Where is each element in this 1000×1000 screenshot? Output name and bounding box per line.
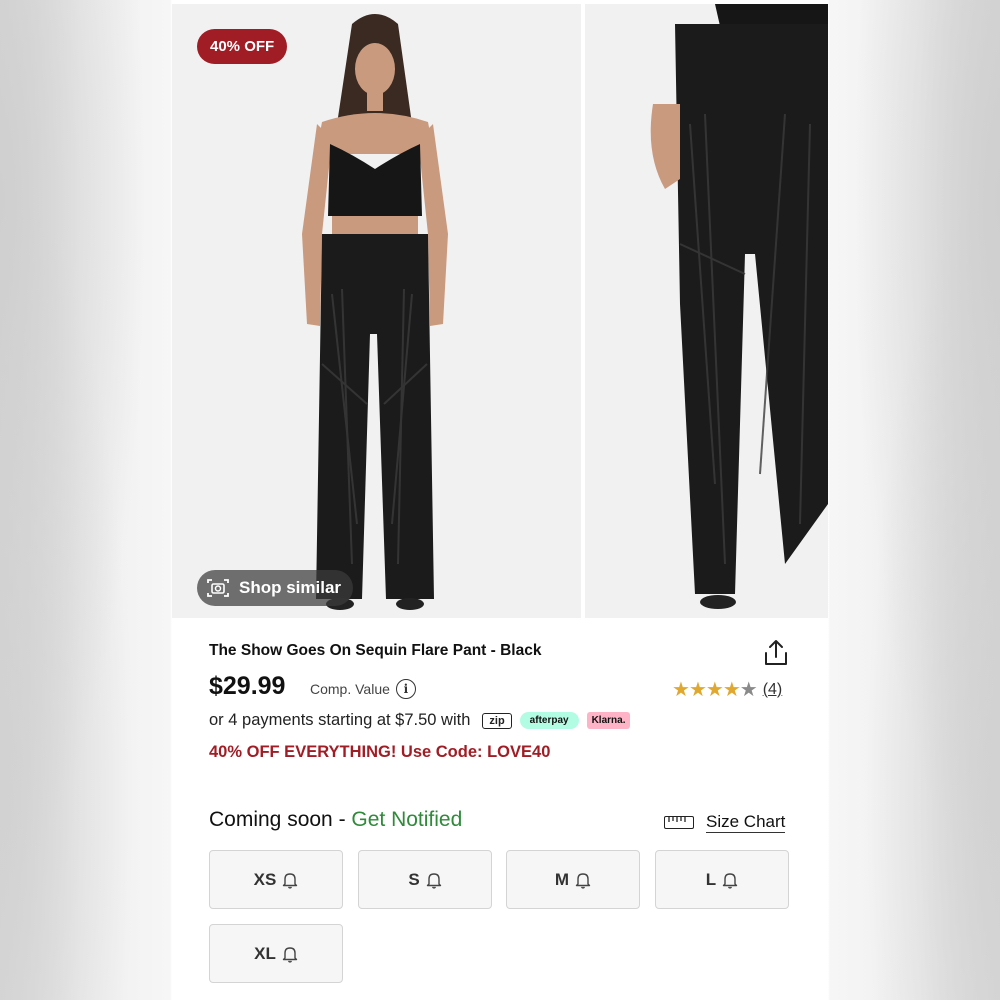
get-notified-link[interactable]: Get Notified xyxy=(351,808,462,831)
bell-icon xyxy=(722,872,738,889)
rating-count[interactable]: (4) xyxy=(763,681,783,699)
size-chart-label: Size Chart xyxy=(706,812,786,833)
afterpay-logo[interactable]: afterpay xyxy=(519,712,579,729)
bell-icon xyxy=(426,872,441,889)
size-label: L xyxy=(705,869,717,889)
size-label: XS xyxy=(253,869,277,889)
size-chart-link[interactable]: Size Chart xyxy=(664,812,786,833)
size-option-xl[interactable]: XL xyxy=(209,924,343,983)
share-icon[interactable] xyxy=(762,638,790,668)
coming-soon-label: Coming soon - xyxy=(209,808,352,831)
background-right xyxy=(828,0,1000,1000)
size-option-xs[interactable]: XS xyxy=(209,850,343,909)
promo-text: 40% OFF EVERYTHING! Use Code: LOVE40 xyxy=(209,743,551,761)
image-gallery[interactable]: 40% OFF Shop similar xyxy=(172,4,828,618)
size-label: S xyxy=(408,869,420,889)
star-icon: ★ xyxy=(688,679,707,701)
product-title: The Show Goes On Sequin Flare Pant - Bla… xyxy=(209,642,542,659)
klarna-logo[interactable]: Klarna. xyxy=(586,712,631,729)
discount-badge: 40% OFF xyxy=(197,29,288,64)
shop-similar-label: Shop similar xyxy=(239,578,342,597)
comp-value-label: Comp. Value xyxy=(310,681,390,697)
star-icon: ★ xyxy=(705,679,724,701)
ruler-icon xyxy=(664,815,694,829)
product-rating[interactable]: ★★★★★ (4) xyxy=(672,677,782,702)
product-page: 40% OFF Shop similar The Show Goes On Se… xyxy=(172,0,828,1000)
star-empty-icon: ★ xyxy=(739,679,758,701)
rating-stars: ★★★★★ xyxy=(672,677,758,702)
background-left xyxy=(0,0,172,1000)
size-label: XL xyxy=(254,943,276,963)
size-label: M xyxy=(554,869,570,889)
installment-payments: or 4 payments starting at $7.50 with zip… xyxy=(209,711,631,730)
camera-icon xyxy=(207,579,229,597)
shop-similar-button[interactable]: Shop similar xyxy=(197,570,354,606)
bell-icon xyxy=(282,946,298,963)
bell-icon xyxy=(575,872,591,889)
product-price: $29.99 xyxy=(209,672,286,700)
comp-value: Comp. Value i xyxy=(310,679,416,699)
model-illustration xyxy=(302,14,448,610)
size-option-m[interactable]: M xyxy=(506,850,640,909)
size-option-s[interactable]: S xyxy=(358,850,492,909)
product-image-secondary[interactable] xyxy=(585,4,828,618)
star-icon: ★ xyxy=(722,679,741,701)
product-image-main[interactable]: 40% OFF Shop similar xyxy=(172,4,581,618)
star-icon: ★ xyxy=(672,679,690,701)
zip-logo[interactable]: zip xyxy=(482,712,512,729)
payments-text: or 4 payments starting at $7.50 with xyxy=(209,711,471,729)
availability-status: Coming soon - Get Notified xyxy=(209,808,462,832)
bell-icon xyxy=(283,872,298,889)
info-icon[interactable]: i xyxy=(395,679,416,699)
size-option-l[interactable]: L xyxy=(655,850,789,909)
pants-closeup-illustration xyxy=(650,4,828,609)
